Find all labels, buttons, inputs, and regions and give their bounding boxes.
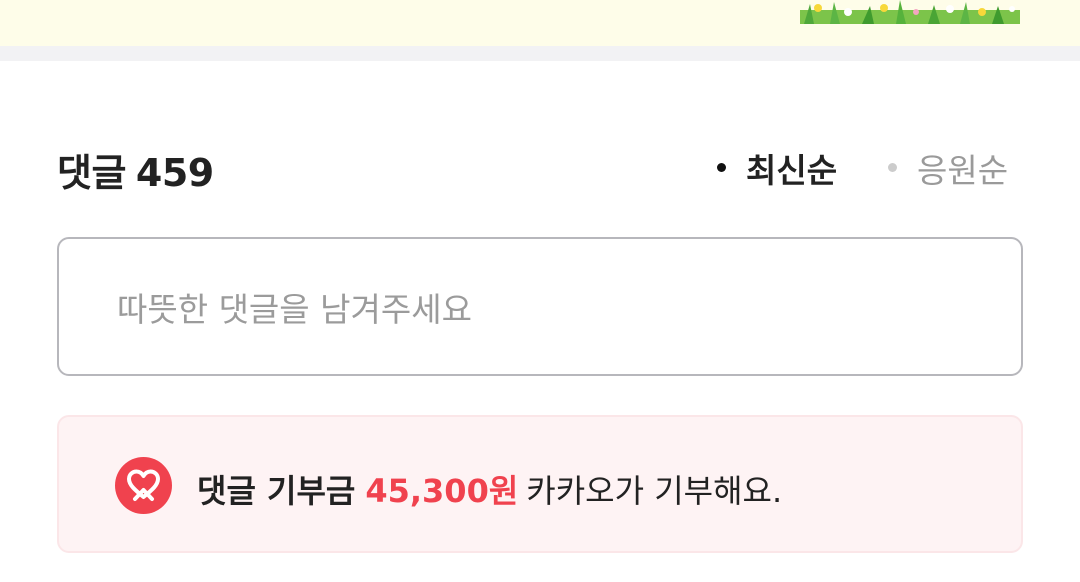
sort-cheer-option[interactable]: 응원순 bbox=[888, 144, 1008, 192]
donation-text: 댓글 기부금 45,300원 카카오가 기부해요. bbox=[197, 466, 782, 512]
selected-dot-icon bbox=[717, 163, 726, 172]
sort-cheer-label: 응원순 bbox=[917, 151, 1009, 190]
unselected-dot-icon bbox=[888, 163, 897, 172]
section-divider bbox=[0, 46, 1080, 61]
sort-latest-option[interactable]: 최신순 bbox=[717, 144, 837, 192]
comment-input[interactable]: 따뜻한 댓글을 남겨주세요 bbox=[57, 237, 1023, 376]
comment-count: 459 bbox=[135, 151, 214, 195]
sort-latest-label: 최신순 bbox=[746, 151, 838, 190]
heart-ribbon-icon bbox=[115, 457, 172, 514]
comment-header: 댓글 459 최신순 응원순 bbox=[57, 138, 1023, 195]
donation-suffix: 카카오가 기부해요. bbox=[526, 472, 783, 510]
comment-title: 댓글 459 bbox=[57, 142, 214, 197]
donation-banner: 댓글 기부금 45,300원 카카오가 기부해요. bbox=[57, 415, 1023, 553]
top-banner bbox=[0, 0, 1080, 46]
donation-label: 댓글 기부금 bbox=[197, 472, 356, 510]
comment-input-placeholder: 따뜻한 댓글을 남겨주세요 bbox=[117, 290, 472, 329]
donation-amount: 45,300원 bbox=[365, 472, 519, 510]
flower-illustration bbox=[800, 0, 1020, 24]
comment-title-label: 댓글 bbox=[57, 151, 126, 195]
